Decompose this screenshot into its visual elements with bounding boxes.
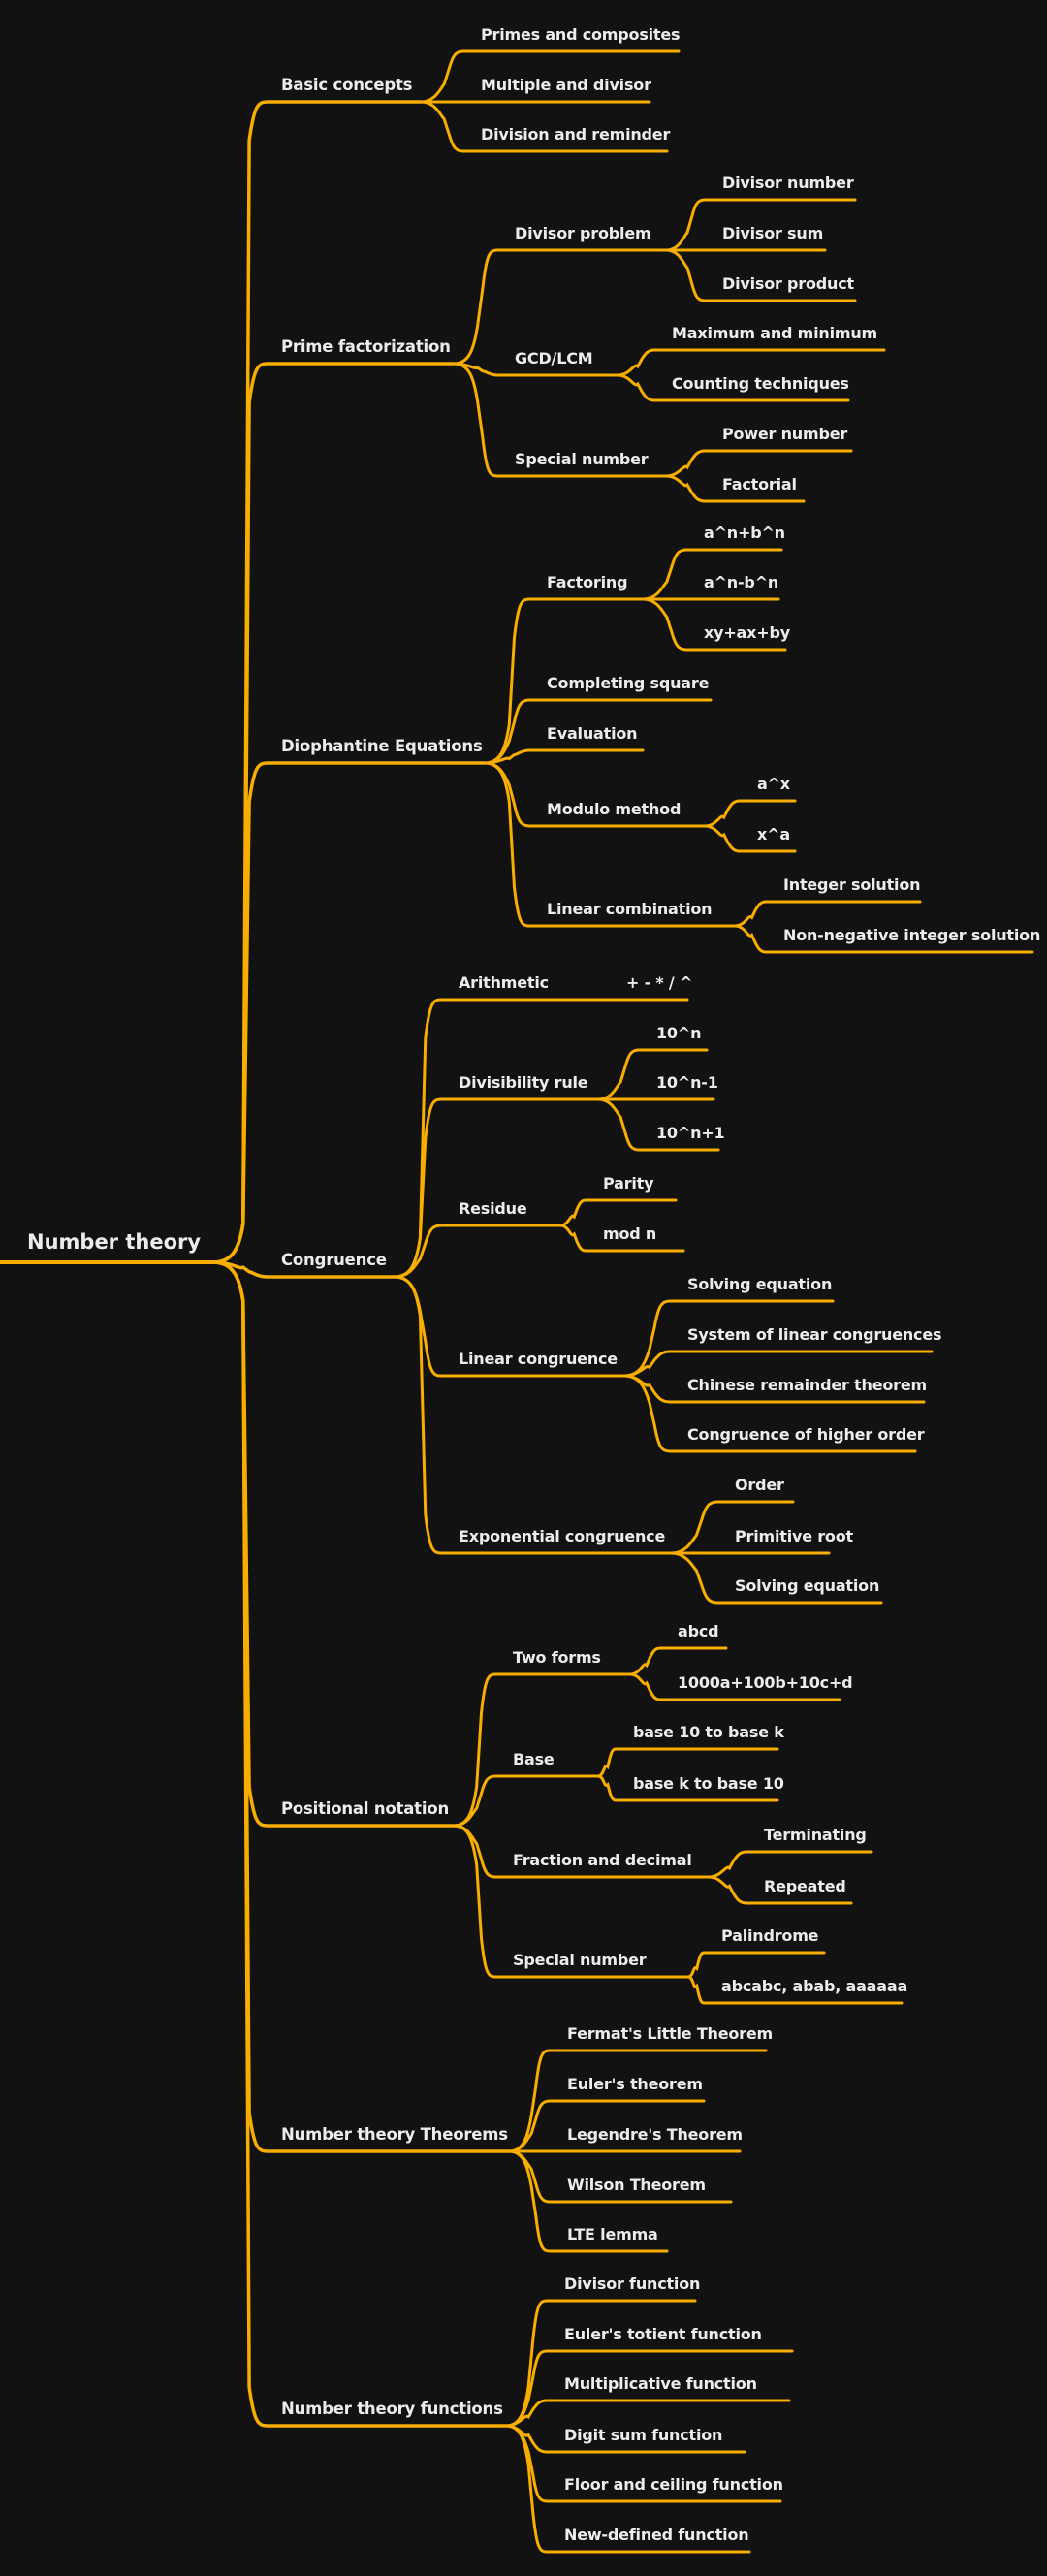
node-label-x-a[interactable]: x^a — [757, 824, 790, 845]
node-label-base-10-to-base-k[interactable]: base 10 to base k — [633, 1722, 784, 1743]
node-label-a-n-b-n[interactable]: a^n-b^n — [704, 572, 778, 593]
node-label-arithmetic[interactable]: Arithmetic — [459, 972, 549, 994]
node-label-order[interactable]: Order — [735, 1475, 784, 1496]
node-label-evaluation[interactable]: Evaluation — [547, 723, 638, 745]
node-label-number-theory-functions[interactable]: Number theory functions — [281, 2399, 503, 2420]
node-label-factorial[interactable]: Factorial — [722, 474, 797, 495]
node-label-euler-s-totient-function[interactable]: Euler's totient function — [564, 2324, 762, 2345]
node-label-two-forms[interactable]: Two forms — [513, 1647, 601, 1669]
node-label-fraction-and-decimal[interactable]: Fraction and decimal — [513, 1850, 692, 1871]
node-label-primes-and-composites[interactable]: Primes and composites — [481, 24, 681, 46]
node-label-modulo-method[interactable]: Modulo method — [547, 799, 681, 820]
node-label-multiplicative-function[interactable]: Multiplicative function — [564, 2373, 757, 2395]
node-label-a-x[interactable]: a^x — [757, 774, 790, 795]
node-label-diophantine-equations[interactable]: Diophantine Equations — [281, 736, 483, 757]
node-label-counting-techniques[interactable]: Counting techniques — [672, 373, 849, 395]
branch-divisibility-rule — [393, 1097, 600, 1279]
branch-system-of-linear-congruences — [622, 1350, 934, 1378]
node-label-legendre-s-theorem[interactable]: Legendre's Theorem — [567, 2124, 743, 2146]
branch-parity — [558, 1198, 678, 1227]
node-label-gcd-lcm[interactable]: GCD/LCM — [515, 348, 593, 369]
node-label-a-n-b-n[interactable]: a^n+b^n — [704, 523, 785, 544]
branch-palindrome — [686, 1951, 826, 1979]
node-label-chinese-remainder-theorem[interactable]: Chinese remainder theorem — [687, 1375, 927, 1396]
node-label-solving-equation[interactable]: Solving equation — [735, 1575, 879, 1597]
node-label-solving-equation[interactable]: Solving equation — [687, 1274, 832, 1295]
node-label-divisor-sum[interactable]: Divisor sum — [722, 223, 823, 244]
node-label-mod-n[interactable]: mod n — [603, 1224, 656, 1245]
node-label-division-and-reminder[interactable]: Division and reminder — [481, 124, 670, 145]
node-label-divisibility-rule[interactable]: Divisibility rule — [459, 1072, 588, 1094]
node-label-lte-lemma[interactable]: LTE lemma — [567, 2224, 658, 2245]
node-label-positional-notation[interactable]: Positional notation — [281, 1798, 449, 1820]
branch-number-theory-functions — [211, 1260, 508, 2428]
node-label-divisor-number[interactable]: Divisor number — [722, 173, 854, 194]
node-label-primitive-root[interactable]: Primitive root — [735, 1526, 853, 1547]
branch-a-x — [703, 799, 797, 828]
node-label-terminating[interactable]: Terminating — [764, 1825, 867, 1846]
branch-divisor-problem — [452, 248, 668, 366]
node-label-non-negative-integer-solution[interactable]: Non-negative integer solution — [783, 925, 1040, 946]
node-label-congruence[interactable]: Congruence — [281, 1250, 387, 1271]
branch-maximum-and-minimum — [616, 348, 886, 377]
node-label-congruence-of-higher-order[interactable]: Congruence of higher order — [687, 1424, 925, 1446]
node-label-exponential-congruence[interactable]: Exponential congruence — [459, 1526, 665, 1547]
node-label-factoring[interactable]: Factoring — [547, 572, 628, 593]
branch-base-10-to-base-k — [596, 1747, 779, 1778]
node-label-10-n-1[interactable]: 10^n-1 — [656, 1072, 718, 1094]
node-label-1000a-100b-10c-d[interactable]: 1000a+100b+10c+d — [678, 1672, 853, 1694]
branch-diophantine-equations — [211, 761, 487, 1264]
node-label-system-of-linear-congruences[interactable]: System of linear congruences — [687, 1324, 942, 1346]
node-label-parity[interactable]: Parity — [603, 1173, 654, 1194]
node-label-maximum-and-minimum[interactable]: Maximum and minimum — [672, 323, 877, 344]
branch-number-theory-theorems — [211, 1260, 511, 2153]
node-label-xy-ax-by[interactable]: xy+ax+by — [704, 622, 790, 644]
node-label-wilson-theorem[interactable]: Wilson Theorem — [567, 2175, 706, 2196]
node-label-special-number[interactable]: Special number — [515, 449, 649, 470]
branch-exponential-congruence — [393, 1275, 673, 1555]
node-label-fermat-s-little-theorem[interactable]: Fermat's Little Theorem — [567, 2023, 773, 2045]
node-label-10-n[interactable]: 10^n — [656, 1023, 701, 1044]
node-label-linear-combination[interactable]: Linear combination — [547, 899, 713, 920]
branch-power-number — [664, 449, 853, 478]
node-label-basic-concepts[interactable]: Basic concepts — [281, 75, 412, 96]
node-label-power-number[interactable]: Power number — [722, 424, 847, 445]
node-label-number-theory-theorems[interactable]: Number theory Theorems — [281, 2124, 508, 2146]
node-label-special-number[interactable]: Special number — [513, 1950, 647, 1971]
branch-abcd — [628, 1646, 728, 1676]
node-label-palindrome[interactable]: Palindrome — [721, 1925, 819, 1947]
branch-integer-solution — [733, 900, 922, 928]
node-label-residue[interactable]: Residue — [459, 1198, 527, 1220]
node-label-divisor-function[interactable]: Divisor function — [564, 2274, 700, 2295]
node-label-10-n-1[interactable]: 10^n+1 — [656, 1123, 725, 1144]
node-label-integer-solution[interactable]: Integer solution — [783, 875, 921, 896]
node-label-prime-factorization[interactable]: Prime factorization — [281, 336, 451, 358]
node-label-completing-square[interactable]: Completing square — [547, 673, 709, 694]
node-label-digit-sum-function[interactable]: Digit sum function — [564, 2425, 722, 2446]
branch-evaluation — [483, 748, 645, 765]
node-label-symbol[interactable]: + - * / ^ — [626, 972, 692, 994]
mindmap-canvas — [0, 49, 1034, 2554]
node-label-abcd[interactable]: abcd — [678, 1621, 719, 1642]
node-label-multiple-and-divisor[interactable]: Multiple and divisor — [481, 75, 651, 96]
node-label-repeated[interactable]: Repeated — [764, 1876, 846, 1897]
root-node-label[interactable]: Number theory — [27, 1227, 201, 1256]
branch-multiplicative-function — [504, 2399, 791, 2428]
node-label-base[interactable]: Base — [513, 1749, 555, 1770]
branch-terminating — [707, 1850, 873, 1879]
node-label-floor-and-ceiling-function[interactable]: Floor and ceiling function — [564, 2474, 783, 2496]
branch-positional-notation — [211, 1260, 456, 1828]
node-label-divisor-product[interactable]: Divisor product — [722, 273, 854, 295]
node-label-divisor-problem[interactable]: Divisor problem — [515, 223, 651, 244]
node-label-abcabc-abab-aaaaaa[interactable]: abcabc, abab, aaaaaa — [721, 1976, 907, 1997]
node-label-base-k-to-base-10[interactable]: base k to base 10 — [633, 1773, 784, 1795]
node-label-euler-s-theorem[interactable]: Euler's theorem — [567, 2074, 703, 2095]
node-label-new-defined-function[interactable]: New-defined function — [564, 2525, 749, 2546]
node-label-linear-congruence[interactable]: Linear congruence — [459, 1349, 618, 1370]
